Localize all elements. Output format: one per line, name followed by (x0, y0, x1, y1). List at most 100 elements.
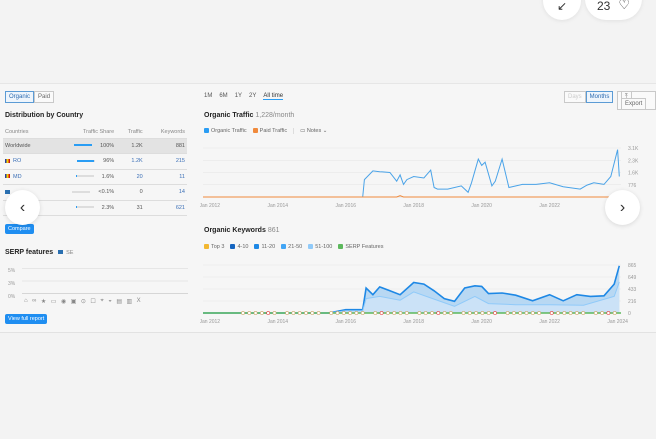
tick: 3% (8, 281, 16, 287)
timeframe-all-time[interactable]: All time (263, 93, 284, 100)
collapse-button[interactable]: ↙ (543, 0, 581, 20)
heart-icon: ♡ (618, 0, 630, 12)
keywords[interactable]: 14 (144, 184, 187, 201)
note-marker (600, 311, 605, 315)
legend-top3[interactable]: Top 3 (204, 244, 224, 250)
compare-button[interactable]: Compare (5, 224, 34, 234)
table-row[interactable]: RO 96% 1.2K 215 (3, 153, 187, 170)
country-cell: RO (3, 153, 48, 170)
checkbox-icon (252, 128, 258, 134)
label: Notes (306, 128, 322, 134)
y-tick-label: 865 (628, 263, 637, 269)
country: Worldwide (3, 138, 48, 154)
series-line-Organic Traffic (203, 149, 620, 198)
tab-paid[interactable]: Paid (34, 91, 55, 103)
collapse-arrows-icon: ↙ (556, 0, 568, 13)
label: SERP Features (345, 244, 384, 250)
x-tick-label: Jan 2022 (539, 203, 560, 209)
note-marker (266, 311, 271, 315)
x-tick-label: Jan 2014 (267, 203, 288, 209)
x-tick-label: Jan 2024 (607, 319, 628, 325)
like-count: 23 (596, 0, 611, 13)
featured-snippet-icon: ⌂ (24, 298, 28, 304)
share: 100% (100, 142, 115, 149)
legend-11-20[interactable]: 11-20 (254, 244, 275, 250)
days-button[interactable]: Days (564, 91, 586, 103)
checkbox-icon (281, 244, 287, 250)
note-marker (247, 311, 252, 315)
organic-keywords-value: 861 (267, 227, 280, 234)
checkbox-icon (338, 244, 344, 250)
share-cell: <0.1% (47, 184, 117, 201)
timeframe-2y[interactable]: 2Y (249, 93, 256, 100)
note-marker (486, 311, 491, 315)
timeframe-1y[interactable]: 1Y (235, 93, 242, 100)
distribution-title: Distribution by Country (5, 112, 84, 119)
legend-organic[interactable]: Organic Traffic (204, 128, 247, 134)
share: 2.3% (101, 204, 115, 211)
y-tick-label: 2.3K (628, 158, 639, 164)
notes-dropdown[interactable]: ▭ Notes ⌄ (293, 128, 327, 134)
export-button[interactable]: ⤒ Export (617, 91, 656, 110)
view-full-report-button[interactable]: View full report (5, 314, 48, 324)
x-tick-label: Jan 2018 (403, 203, 424, 209)
organic-paid-toggle: Organic Paid (5, 91, 55, 103)
organic-traffic-value: 1,228/month (255, 112, 295, 119)
checkbox-icon (204, 128, 209, 134)
serp-icons: ⌂ ∞ ★ ▭ ◉ ▣ ⊙ ☐ ⌖ ◒ ▤ ▥ X (24, 298, 141, 305)
traffic[interactable]: 20 (116, 169, 145, 185)
timeframe-1m[interactable]: 1M (204, 93, 212, 100)
flag-icon (5, 174, 10, 179)
note-marker (329, 311, 334, 315)
traffic[interactable]: 1.2K (116, 153, 145, 170)
traffic: 1.2K (116, 138, 145, 154)
series-line-Paid Traffic (203, 195, 620, 198)
timeframe-6m[interactable]: 6M (219, 93, 227, 100)
carousel-prev-button[interactable]: ‹ (5, 190, 40, 225)
share-bar (75, 175, 94, 178)
label: Paid Traffic (259, 128, 288, 134)
col-traffic-share: Traffic Share (47, 127, 117, 139)
share-cell: 2.3% (47, 200, 117, 216)
note-marker (379, 311, 384, 315)
share-cell: 96% (47, 153, 117, 170)
carousel-next-button[interactable]: › (605, 190, 640, 225)
legend-serp-features[interactable]: SERP Features (338, 244, 384, 250)
note-marker (593, 311, 598, 315)
months-button[interactable]: Months (585, 91, 614, 103)
keywords[interactable]: 621 (144, 200, 187, 216)
country[interactable]: RO (13, 158, 21, 164)
note-marker (436, 311, 441, 315)
label: 4-10 (237, 244, 249, 250)
legend-21-50[interactable]: 21-50 (281, 244, 302, 250)
note-marker (260, 311, 264, 315)
keywords[interactable]: 11 (144, 169, 187, 185)
legend-4-10[interactable]: 4-10 (230, 244, 248, 250)
note-marker (574, 311, 579, 315)
tab-organic[interactable]: Organic (5, 91, 35, 103)
y-tick-label: 649 (628, 275, 637, 281)
share-cell: 1.6% (47, 169, 117, 185)
knowledge-icon: ⊙ (80, 299, 86, 305)
note-marker (474, 311, 479, 315)
note-marker (518, 311, 523, 315)
country-cell: MD (3, 169, 48, 185)
country[interactable]: MD (13, 174, 22, 180)
label: 21-50 (288, 244, 303, 250)
traffic-legend: Organic Traffic Paid Traffic ▭ Notes ⌄ (204, 128, 327, 134)
note-marker (335, 311, 340, 315)
share-bar (72, 190, 91, 193)
table-row[interactable]: MD 1.6% 20 11 (3, 169, 187, 185)
keywords[interactable]: 215 (144, 153, 187, 170)
organic-traffic-chart: 3.1K 2.3K 1.6K 776 Jan 2012 Jan 2014 Jan 2016 J… (200, 146, 639, 209)
note-marker (404, 311, 409, 315)
legend-paid[interactable]: Paid Traffic (252, 128, 288, 134)
table-row[interactable]: Worldwide 100% 1.2K 881 (3, 138, 187, 154)
y-tick-label: 3.1K (628, 146, 639, 152)
like-button[interactable]: 23 ♡ (585, 0, 642, 20)
note-marker (530, 311, 535, 315)
x-tick-label: Jan 2014 (267, 319, 288, 325)
note-marker (505, 311, 510, 315)
shopping-icon: ▥ (126, 299, 133, 305)
legend-51-100[interactable]: 51-100 (308, 244, 332, 250)
